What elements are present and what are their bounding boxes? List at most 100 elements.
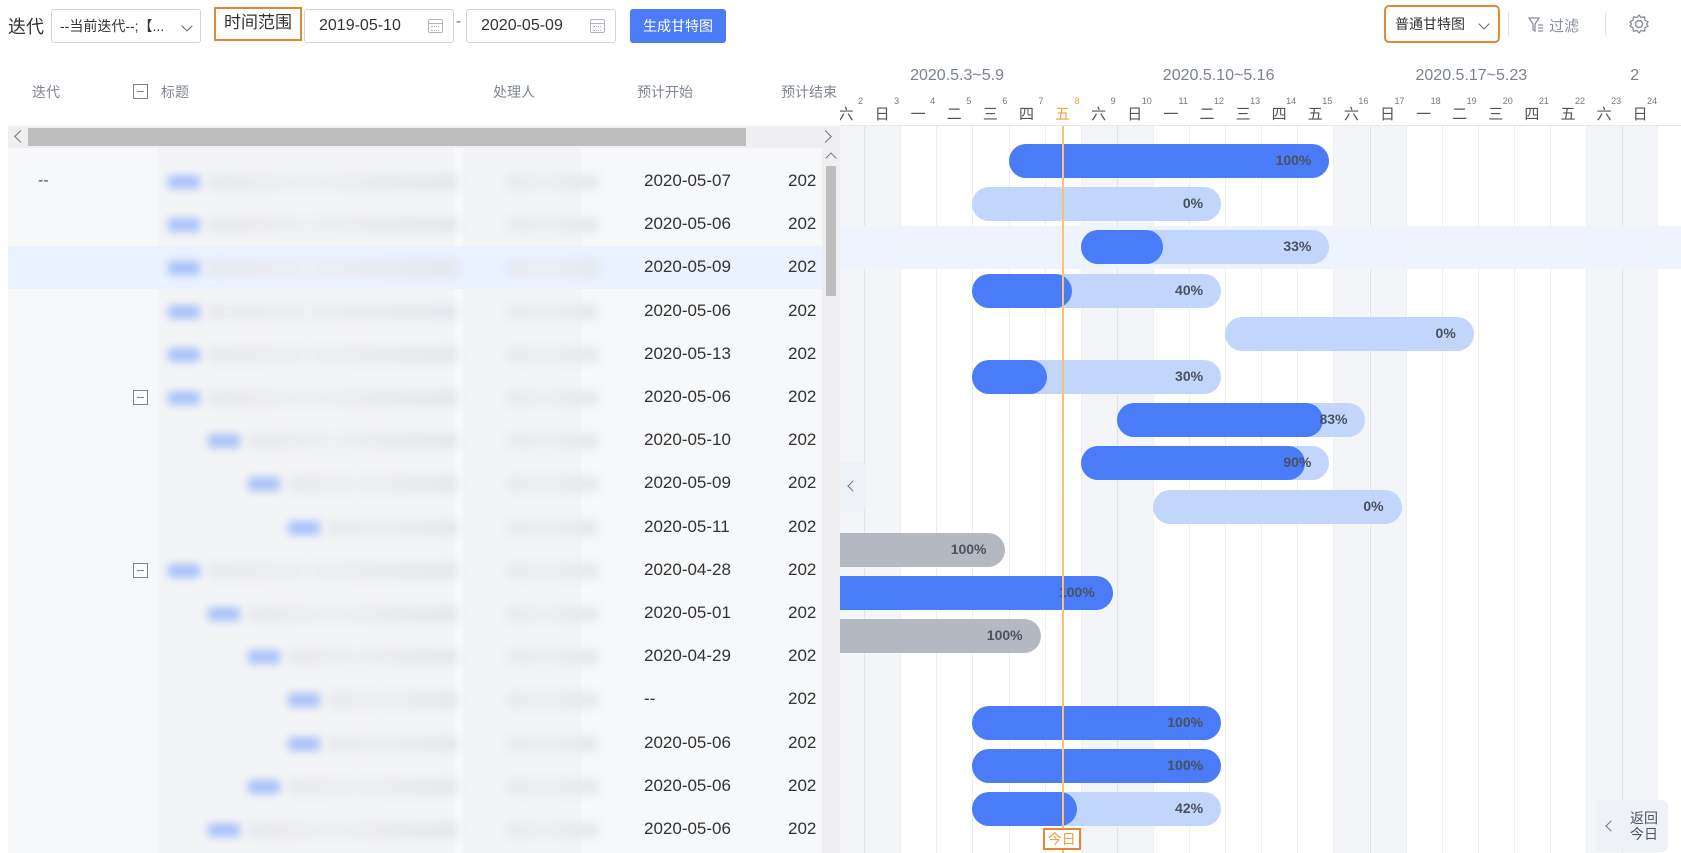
- planned-start-cell: 2020-05-13: [644, 343, 731, 363]
- gantt-bar[interactable]: 40%: [972, 273, 1222, 308]
- gantt-bar[interactable]: 90%: [1080, 446, 1330, 481]
- generate-gantt-button[interactable]: 生成甘特图: [630, 9, 726, 43]
- table-row[interactable]: 2020-05-09 202: [8, 462, 822, 505]
- collapse-table-handle[interactable]: [840, 462, 866, 512]
- table-row[interactable]: 2020-05-10 202: [8, 419, 822, 462]
- day-number-label: 11: [1178, 96, 1188, 106]
- vertical-scrollbar[interactable]: [822, 148, 840, 853]
- day-number-label: 23: [1611, 96, 1622, 106]
- redacted-type-tag: [288, 693, 320, 708]
- horizontal-scrollbar-thumb[interactable]: [28, 128, 746, 146]
- day-number-label: 24: [1647, 96, 1658, 106]
- gantt-bar-percent-label: 100%: [950, 540, 987, 557]
- table-row[interactable]: 2020-05-11 202: [8, 506, 822, 549]
- table-row[interactable]: 2020-04-29 202: [8, 635, 822, 678]
- gantt-bar[interactable]: 33%: [1080, 230, 1330, 265]
- redacted-title: [328, 520, 458, 535]
- planned-start-cell: 2020-04-29: [644, 646, 731, 666]
- day-number-label: 17: [1394, 96, 1405, 106]
- gantt-bar[interactable]: 30%: [972, 360, 1222, 394]
- back-to-today-button[interactable]: 返回今日: [1596, 800, 1668, 852]
- end-date-input[interactable]: 2020-05-09: [466, 9, 616, 43]
- gantt-bar[interactable]: 0%: [1225, 316, 1474, 351]
- day-name-label: 一: [1163, 106, 1179, 123]
- planned-end-cell: 202: [788, 516, 817, 536]
- calendar-icon[interactable]: [428, 19, 443, 33]
- horizontal-scrollbar[interactable]: [8, 126, 840, 148]
- planned-start-cell: 2020-05-09: [644, 473, 731, 493]
- planned-end-cell: 202: [788, 257, 817, 277]
- table-row[interactable]: 2020-05-06 202: [8, 808, 822, 851]
- filter-icon: [1527, 17, 1543, 33]
- table-row[interactable]: 2020-05-06 202: [8, 203, 822, 246]
- filter-button[interactable]: 过滤: [1527, 15, 1579, 36]
- back-to-today-label: 返回今日: [1630, 810, 1658, 842]
- gantt-bar[interactable]: 83%: [1116, 403, 1366, 438]
- planned-start-cell: 2020-05-09: [644, 257, 731, 277]
- table-row[interactable]: -- 2020-05-07 202: [8, 160, 822, 203]
- redacted-assignee: [508, 779, 598, 794]
- planned-end-cell: 202: [788, 430, 817, 450]
- table-row[interactable]: 2020-05-09 202: [8, 246, 822, 290]
- gantt-bar-progress: [972, 273, 1072, 308]
- gantt-bar-progress: [1116, 403, 1324, 438]
- table-row[interactable]: -- 202: [8, 678, 822, 721]
- column-header-assignee[interactable]: 处理人: [493, 82, 535, 102]
- table-row[interactable]: 2020-05-06 202: [8, 290, 822, 333]
- calendar-icon[interactable]: [590, 19, 605, 33]
- column-header-title[interactable]: 标题: [161, 82, 189, 102]
- table-row[interactable]: 2020-05-01 202: [8, 592, 822, 635]
- table-row[interactable]: 2020-05-06 202: [8, 376, 822, 419]
- column-header-planned-start[interactable]: 预计开始: [637, 82, 693, 102]
- vertical-scrollbar-thumb[interactable]: [826, 166, 836, 296]
- redacted-type-tag: [168, 347, 200, 362]
- redacted-assignee: [508, 434, 598, 449]
- redacted-title: [248, 434, 458, 449]
- redacted-type-tag: [248, 477, 280, 492]
- gantt-bar[interactable]: 0%: [1152, 489, 1402, 524]
- gantt-bar[interactable]: 42%: [972, 792, 1222, 826]
- gantt-bar-percent-label: 0%: [1363, 497, 1384, 514]
- redacted-assignee: [508, 477, 598, 492]
- gantt-bar[interactable]: 100%: [972, 705, 1222, 740]
- today-line: [1061, 126, 1064, 853]
- day-name-label: 五: [1307, 106, 1323, 123]
- table-row[interactable]: 2020-05-06 202: [8, 765, 822, 808]
- redacted-type-tag: [168, 304, 200, 319]
- redacted-assignee: [508, 607, 598, 621]
- planned-end-cell: 202: [788, 646, 817, 666]
- scroll-right-icon[interactable]: [819, 130, 832, 143]
- planned-start-cell: 2020-05-06: [644, 387, 731, 406]
- column-header-planned-end[interactable]: 预计结束: [781, 82, 837, 102]
- gantt-bar[interactable]: 100%: [840, 532, 1005, 567]
- gantt-bar-percent-label: 100%: [1167, 756, 1204, 773]
- scroll-up-icon[interactable]: [825, 152, 837, 164]
- planned-end-cell: 202: [788, 214, 817, 234]
- collapse-all-icon[interactable]: [133, 84, 148, 99]
- collapse-row-icon[interactable]: [133, 390, 148, 405]
- table-row[interactable]: 2020-04-28 202: [8, 549, 822, 592]
- collapse-row-icon[interactable]: [133, 562, 148, 578]
- gantt-bar[interactable]: 100%: [840, 619, 1041, 654]
- scroll-left-icon[interactable]: [14, 130, 27, 143]
- start-date-input[interactable]: 2019-05-10: [304, 9, 454, 43]
- gantt-bar-percent-label: 33%: [1283, 238, 1312, 255]
- redacted-title: [208, 391, 458, 405]
- settings-gear-icon[interactable]: [1628, 13, 1650, 35]
- planned-end-cell: 202: [788, 603, 817, 622]
- end-date-value: 2020-05-09: [481, 17, 563, 34]
- gantt-bar[interactable]: 100%: [972, 748, 1222, 783]
- day-name-label: 三: [1235, 106, 1251, 123]
- gantt-bar[interactable]: 100%: [840, 576, 1113, 610]
- gantt-bar[interactable]: 0%: [972, 187, 1222, 222]
- gantt-bar-percent-label: 100%: [986, 627, 1023, 644]
- gantt-bar[interactable]: 100%: [1008, 144, 1330, 178]
- gantt-view-select[interactable]: 普通甘特图: [1384, 5, 1500, 43]
- day-name-label: 五: [1055, 106, 1071, 123]
- iteration-select[interactable]: --当前迭代--;【...: [51, 9, 201, 43]
- column-header-iteration[interactable]: 迭代: [32, 82, 60, 102]
- gantt-timeline-header: 六 2 日 3 一 4 二 5 三 6 四 7 五 8 六 9 日 10 一 11 二 12 三 13 四 14 五 15 六 16 日 17…: [840, 54, 1681, 126]
- table-row[interactable]: 2020-05-13 202: [8, 333, 822, 376]
- day-number-label: 13: [1250, 96, 1261, 106]
- table-row[interactable]: 2020-05-06 202: [8, 722, 822, 765]
